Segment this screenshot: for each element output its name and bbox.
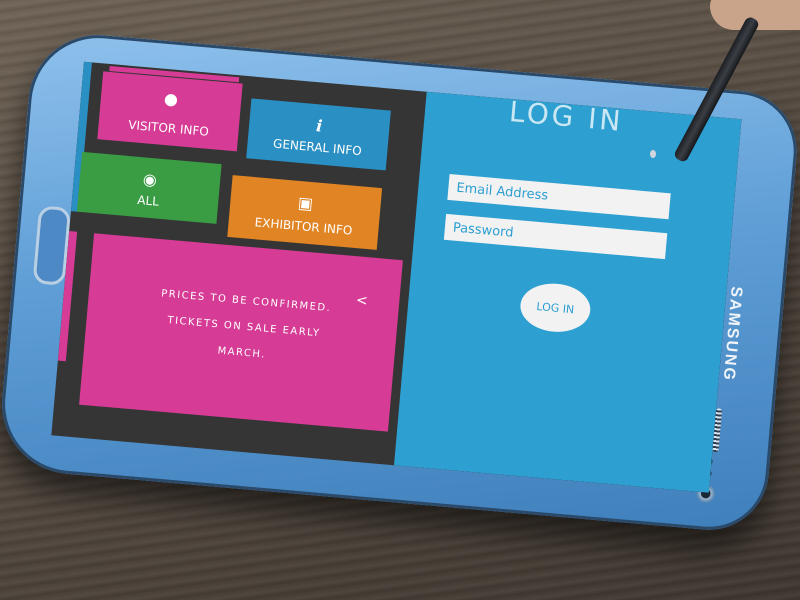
tile-exhibitor-info[interactable]: ▣ EXHIBITOR INFO <box>227 175 383 250</box>
login-button[interactable]: LOG IN <box>518 280 593 335</box>
email-field[interactable] <box>447 173 671 220</box>
tile-label: ALL <box>136 192 160 209</box>
tile-visitor-info[interactable]: ● VISITOR INFO <box>97 71 243 152</box>
app-screen: ● VISITOR INFO i GENERAL INFO ◉ ALL ▣ EX… <box>51 61 742 493</box>
login-title: LOG IN <box>507 95 625 138</box>
stylus-tip <box>650 150 656 158</box>
tile-all[interactable]: ◉ ALL <box>76 151 222 224</box>
tile-general-info[interactable]: i GENERAL INFO <box>246 98 391 171</box>
badge-icon: ▣ <box>297 192 314 214</box>
tile-label: GENERAL INFO <box>272 136 363 159</box>
eye-icon: ◉ <box>142 169 158 190</box>
phone-device: SAMSUNG ● VISITOR INFO i GENERAL INFO ◉ … <box>0 29 800 535</box>
password-field[interactable] <box>443 213 668 260</box>
promo-text: PRICES TO BE CONFIRMED. TICKETS ON SALE … <box>160 288 332 361</box>
person-icon: ● <box>163 88 179 110</box>
info-icon: i <box>315 116 324 136</box>
tile-label: VISITOR INFO <box>127 117 210 139</box>
tile-label: EXHIBITOR INFO <box>254 215 353 238</box>
chevron-left-icon[interactable]: < <box>355 292 370 309</box>
promo-panel: PRICES TO BE CONFIRMED. TICKETS ON SALE … <box>79 233 403 432</box>
